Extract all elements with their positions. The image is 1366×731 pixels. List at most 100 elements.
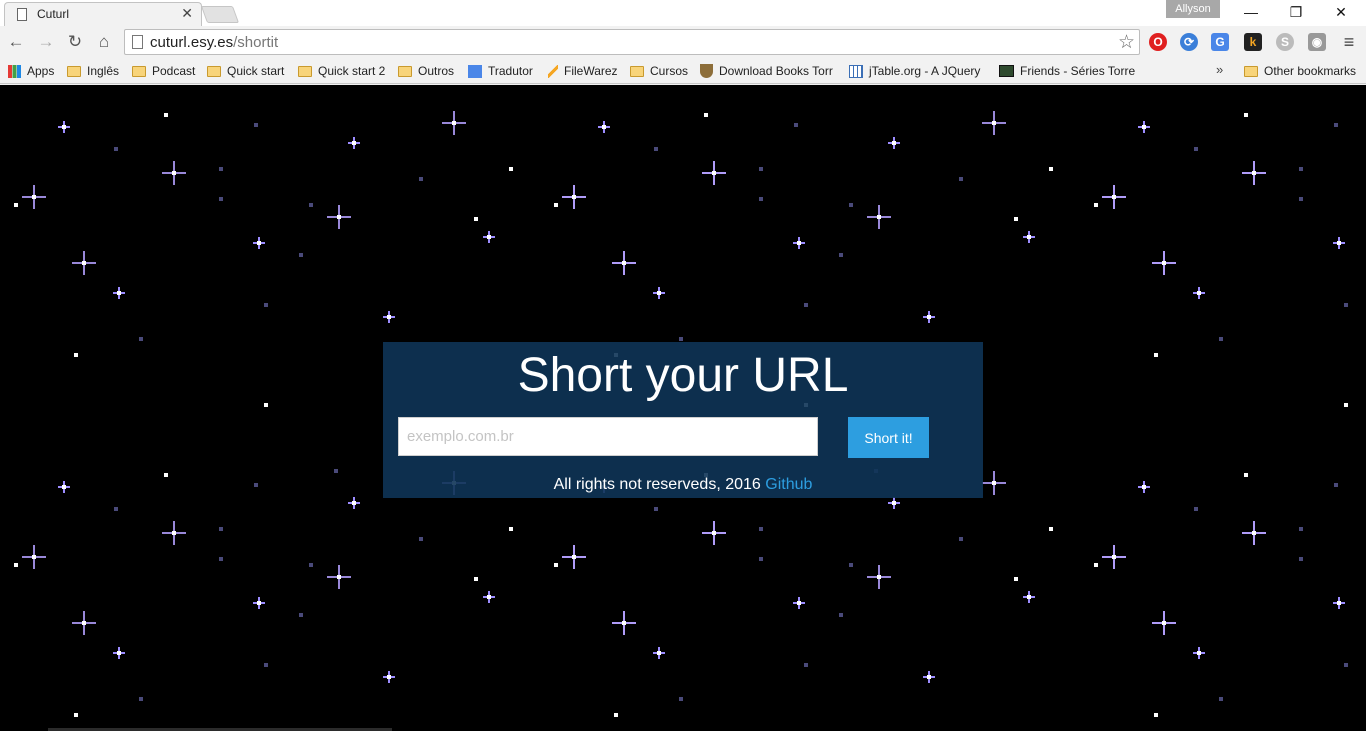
bookmark-cursos[interactable]: Cursos (630, 62, 694, 80)
dot-star (1014, 577, 1018, 581)
sparkle-star (72, 251, 96, 275)
bookmark-quick-start-2[interactable]: Quick start 2 (298, 62, 394, 80)
tab-close-icon[interactable]: ✕ (181, 5, 193, 22)
dot-star (704, 113, 708, 117)
bright-star (383, 311, 395, 323)
close-window-icon[interactable]: ✕ (1326, 3, 1356, 21)
bookmark-jtable[interactable]: jTable.org - A JQuery (849, 62, 986, 80)
dot-star (1244, 113, 1248, 117)
bookmark-ingles[interactable]: Inglês (67, 62, 127, 80)
sparkle-star (562, 185, 586, 209)
browser-tab[interactable]: Cuturl ✕ (4, 2, 202, 26)
apps-icon (8, 64, 21, 78)
bookmark-podcast[interactable]: Podcast (132, 62, 202, 80)
bright-star (923, 671, 935, 683)
camera-extension-icon[interactable]: ◉ (1308, 33, 1326, 51)
page-title: Short your URL (517, 349, 849, 402)
bookmark-outros[interactable]: Outros (398, 62, 462, 80)
dot-star (264, 303, 268, 307)
skype-extension-icon[interactable]: S (1276, 33, 1294, 51)
url-input[interactable] (398, 417, 818, 456)
dot-star (849, 203, 853, 207)
bright-star (1333, 237, 1345, 249)
dot-star (419, 177, 423, 181)
menu-icon[interactable]: ≡ (1337, 30, 1361, 54)
bookmark-star-icon[interactable]: ☆ (1118, 31, 1135, 54)
bright-star (253, 237, 265, 249)
bright-star (793, 597, 805, 609)
bookmark-other[interactable]: Other bookmarks (1244, 62, 1360, 80)
sync-extension-icon[interactable]: ⟳ (1180, 33, 1198, 51)
footer: All rights not reserveds, 2016 Github (383, 476, 983, 494)
bright-star (1193, 287, 1205, 299)
dot-star (679, 697, 683, 701)
bright-star (348, 137, 360, 149)
dot-star (614, 713, 618, 717)
dot-star (254, 483, 258, 487)
shield-icon (700, 64, 713, 78)
sparkle-star (1152, 611, 1176, 635)
dot-star (959, 537, 963, 541)
bright-star (58, 121, 70, 133)
dot-star (309, 563, 313, 567)
k-extension-icon[interactable]: k (1244, 33, 1262, 51)
bookmark-tradutor[interactable]: Tradutor (468, 62, 542, 80)
page-info-icon[interactable] (132, 35, 143, 49)
bright-star (383, 671, 395, 683)
sparkle-star (982, 471, 1006, 495)
bookmark-download-books[interactable]: Download Books Torr (700, 62, 836, 80)
bookmark-quick-start[interactable]: Quick start (207, 62, 295, 80)
bright-star (653, 647, 665, 659)
sparkle-star (1242, 521, 1266, 545)
dot-star (139, 337, 143, 341)
dot-star (299, 613, 303, 617)
url-text[interactable]: cuturl.esy.es/shortit (150, 34, 278, 51)
dot-star (1299, 527, 1303, 531)
dot-star (114, 507, 118, 511)
translate-extension-icon[interactable]: G (1211, 33, 1229, 51)
bookmark-filewarez[interactable]: FileWarez (548, 62, 624, 80)
opera-extension-icon[interactable]: O (1149, 33, 1167, 51)
sparkle-star (22, 545, 46, 569)
home-icon[interactable]: ⌂ (92, 30, 116, 54)
back-icon[interactable]: ← (4, 30, 28, 54)
restore-icon[interactable]: ❐ (1281, 3, 1311, 21)
sparkle-star (162, 521, 186, 545)
dot-star (299, 253, 303, 257)
bookmarks-bar: Apps Inglês Podcast Quick start Quick st… (0, 58, 1366, 84)
bright-star (1138, 481, 1150, 493)
sparkle-star (702, 521, 726, 545)
bookmark-apps[interactable]: Apps (8, 62, 60, 80)
dot-star (1219, 337, 1223, 341)
sparkle-star (1102, 545, 1126, 569)
dot-star (654, 147, 658, 151)
reload-icon[interactable]: ↻ (63, 30, 87, 54)
bright-star (888, 137, 900, 149)
minimize-icon[interactable]: — (1236, 3, 1266, 21)
jtable-icon (849, 64, 863, 78)
sparkle-star (442, 111, 466, 135)
sparkle-star (22, 185, 46, 209)
folder-icon (207, 65, 221, 77)
page-icon (17, 8, 27, 21)
bright-star (1193, 647, 1205, 659)
github-link[interactable]: Github (765, 476, 812, 493)
shortener-panel: Short your URL Short it! All rights not … (383, 342, 983, 498)
dot-star (1244, 473, 1248, 477)
bright-star (923, 311, 935, 323)
sparkle-star (562, 545, 586, 569)
dot-star (654, 507, 658, 511)
more-bookmarks-icon[interactable]: » (1216, 62, 1223, 77)
address-bar[interactable]: cuturl.esy.es/shortit ☆ (124, 29, 1140, 55)
short-it-button[interactable]: Short it! (848, 417, 929, 458)
bright-star (1023, 591, 1035, 603)
dot-star (1299, 197, 1303, 201)
bright-star (113, 647, 125, 659)
dot-star (474, 577, 478, 581)
forward-icon[interactable]: → (34, 30, 58, 54)
new-tab-button[interactable] (200, 6, 240, 23)
dot-star (804, 303, 808, 307)
profile-button[interactable]: Allyson (1166, 0, 1220, 18)
series-icon (999, 65, 1014, 77)
bookmark-friends[interactable]: Friends - Séries Torre (999, 62, 1135, 80)
